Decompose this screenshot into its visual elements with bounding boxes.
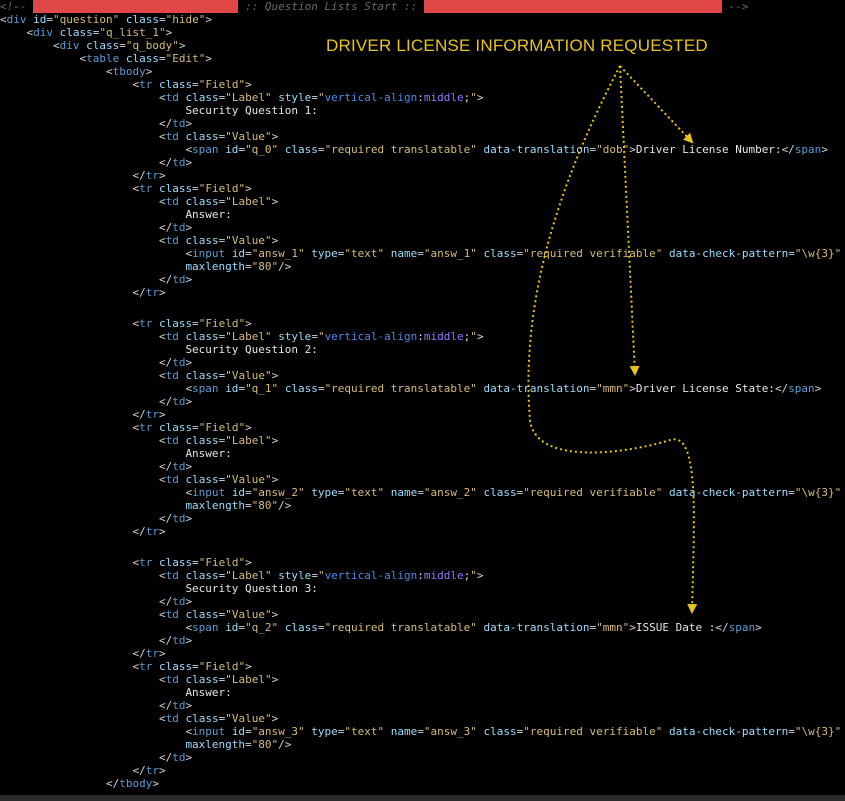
annotation-arrows [527, 65, 698, 614]
arrow-to-license-number [619, 65, 694, 144]
arrow-to-license-state [619, 65, 640, 376]
arrow-to-issue-date [527, 65, 698, 614]
